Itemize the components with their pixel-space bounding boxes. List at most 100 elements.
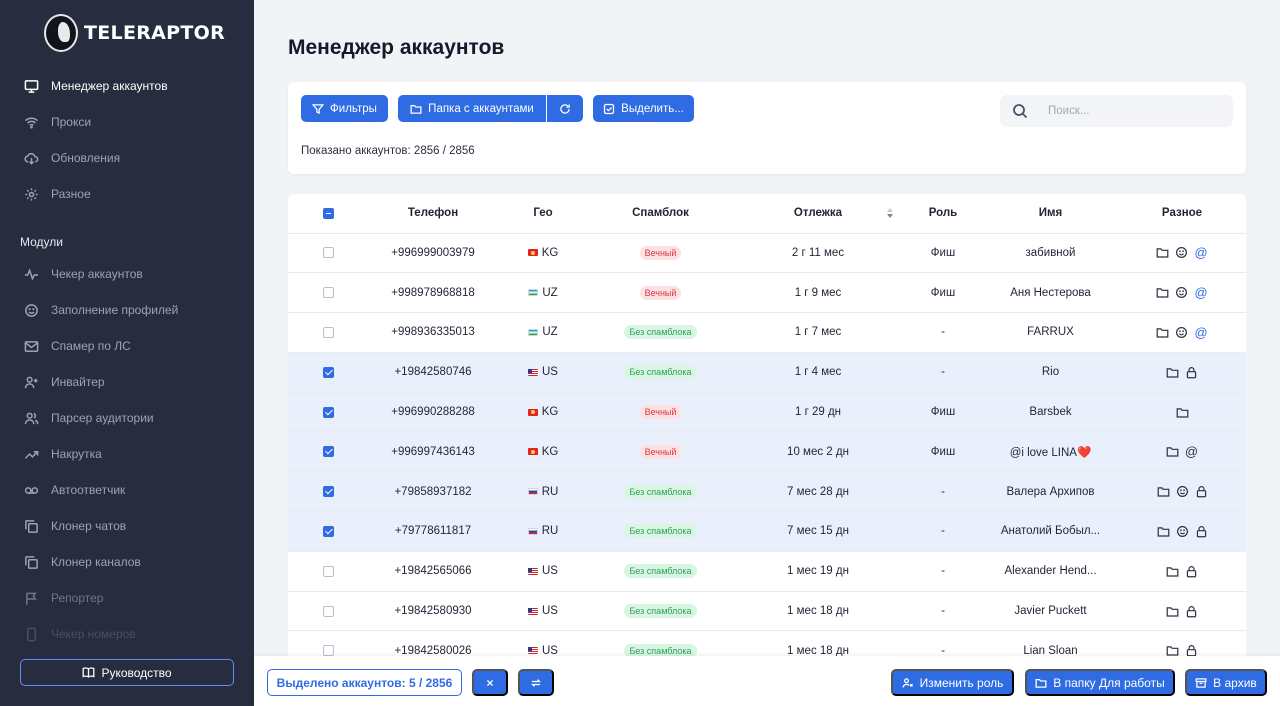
modules-nav: Чекер аккаунтов Заполнение профилей Спам… <box>0 256 254 652</box>
sidebar-item-account-checker[interactable]: Чекер аккаунтов <box>0 256 254 292</box>
folder-icon[interactable] <box>1166 605 1179 618</box>
sidebar-item-account-manager[interactable]: Менеджер аккаунтов <box>0 68 254 104</box>
sidebar-item-number-checker[interactable]: Чекер номеров <box>0 616 254 652</box>
geo-cell: US <box>498 551 588 592</box>
smile-icon[interactable] <box>1176 525 1189 538</box>
table-row[interactable]: +996997436143 KG Вечный 10 мес 2 дн Фиш @i lo… <box>288 431 1246 473</box>
age-cell: 7 мес 28 дн <box>733 471 903 513</box>
username-at-icon[interactable]: @ <box>1185 445 1198 458</box>
sidebar-item-chat-cloner[interactable]: Клонер чатов <box>0 508 254 544</box>
sidebar-item-autoresponder[interactable]: Автоответчик <box>0 472 254 508</box>
folder-icon[interactable] <box>1157 525 1170 538</box>
column-header-name[interactable]: Имя <box>983 194 1118 234</box>
user-plus-icon <box>23 374 39 390</box>
select-all-checkbox[interactable] <box>322 207 334 219</box>
sidebar-item-reporter[interactable]: Репортер <box>0 580 254 616</box>
account-folder-button[interactable]: Папка с аккаунтами <box>398 95 546 122</box>
column-header-role[interactable]: Роль <box>903 194 983 234</box>
sidebar-item-channel-cloner[interactable]: Клонер каналов <box>0 544 254 580</box>
folder-icon[interactable] <box>1156 286 1169 299</box>
move-to-folder-label: В папку Для работы <box>1053 675 1165 690</box>
table-row[interactable]: +79858937182 RU Без спамблока 7 мес 28 дн - В… <box>288 471 1246 513</box>
table-row[interactable]: +998978968818 UZ Вечный 1 г 9 мес Фиш Аня Нес… <box>288 272 1246 314</box>
column-header-geo[interactable]: Гео <box>498 194 588 234</box>
sidebar-item-proxy[interactable]: Прокси <box>0 104 254 140</box>
search-icon <box>1013 104 1028 119</box>
username-at-icon[interactable]: @ <box>1194 246 1207 259</box>
select-button[interactable]: Выделить... <box>593 95 694 122</box>
table-row[interactable]: +79778611817 RU Без спамблока 7 мес 15 дн - А… <box>288 511 1246 552</box>
mail-icon <box>23 338 39 354</box>
logo-text: TELERAPTOR <box>84 22 226 44</box>
row-select-cell <box>288 431 368 473</box>
lock-icon[interactable] <box>1185 565 1198 578</box>
column-header-phone[interactable]: Телефон <box>368 194 498 234</box>
row-checkbox[interactable] <box>322 645 334 657</box>
sidebar-item-audience-parser[interactable]: Парсер аудитории <box>0 400 254 436</box>
user-gear-icon <box>902 677 913 688</box>
folder-icon[interactable] <box>1156 246 1169 259</box>
row-checkbox[interactable] <box>322 605 334 617</box>
row-checkbox[interactable] <box>322 326 334 338</box>
smile-icon[interactable] <box>1175 326 1188 339</box>
username-at-icon[interactable]: @ <box>1194 286 1207 299</box>
misc-icons <box>1176 406 1189 419</box>
lock-icon[interactable] <box>1185 366 1198 379</box>
column-header-spamblock[interactable]: Спамблок <box>588 194 733 234</box>
folder-icon[interactable] <box>1157 485 1170 498</box>
row-select-cell <box>288 272 368 314</box>
lock-icon[interactable] <box>1195 525 1208 538</box>
spamblock-badge: Без спамблока <box>624 604 697 619</box>
smile-icon[interactable] <box>1175 246 1188 259</box>
row-checkbox[interactable] <box>322 366 334 378</box>
folder-icon[interactable] <box>1156 326 1169 339</box>
table-row[interactable]: +19842580930 US Без спамблока 1 мес 18 дн - J… <box>288 591 1246 632</box>
row-checkbox[interactable] <box>322 525 334 537</box>
sidebar-item-label: Инвайтер <box>51 375 105 389</box>
sidebar-item-profile-filler[interactable]: Заполнение профилей <box>0 292 254 328</box>
sidebar-item-inviter[interactable]: Инвайтер <box>0 364 254 400</box>
archive-button[interactable]: В архив <box>1185 669 1267 696</box>
sidebar-item-updates[interactable]: Обновления <box>0 140 254 176</box>
sidebar-item-boost[interactable]: Накрутка <box>0 436 254 472</box>
row-checkbox[interactable] <box>322 565 334 577</box>
move-to-folder-button[interactable]: В папку Для работы <box>1025 669 1175 696</box>
folder-icon[interactable] <box>1176 406 1189 419</box>
table-row[interactable]: +996990288288 KG Вечный 1 г 29 дн Фиш Barsbek <box>288 392 1246 433</box>
table-row[interactable]: +19842565066 US Без спамблока 1 мес 19 дн - A… <box>288 551 1246 592</box>
table-row[interactable]: +19842580746 US Без спамблока 1 г 4 мес - Rio <box>288 352 1246 393</box>
table-row[interactable]: +996999003979 KG Вечный 2 г 11 мес Фиш забивн… <box>288 233 1246 274</box>
table-header-row: Телефон Гео Спамблок Отлежка Роль Имя Ра… <box>288 194 1246 234</box>
misc-cell: @ <box>1118 431 1246 473</box>
username-at-icon[interactable]: @ <box>1194 326 1207 339</box>
row-checkbox[interactable] <box>322 287 334 299</box>
smile-icon[interactable] <box>1175 286 1188 299</box>
change-role-button[interactable]: Изменить роль <box>891 669 1014 696</box>
row-checkbox[interactable] <box>322 486 334 498</box>
app-logo[interactable]: TELERAPTOR <box>44 14 225 52</box>
folder-icon[interactable] <box>1166 445 1179 458</box>
geo-code: RU <box>541 485 559 498</box>
row-checkbox[interactable] <box>322 247 334 259</box>
table-row[interactable]: +998936335013 UZ Без спамблока 1 г 7 мес - FA… <box>288 312 1246 353</box>
refresh-button[interactable] <box>547 95 583 122</box>
guide-button[interactable]: Руководство <box>20 659 234 686</box>
filters-button[interactable]: Фильтры <box>301 95 388 122</box>
folder-icon[interactable] <box>1166 565 1179 578</box>
lock-icon[interactable] <box>1185 605 1198 618</box>
invert-selection-button[interactable] <box>518 669 554 696</box>
spamblock-cell: Вечный <box>588 233 733 274</box>
smile-icon[interactable] <box>1176 485 1189 498</box>
column-header-misc[interactable]: Разное <box>1118 194 1246 234</box>
clear-selection-button[interactable] <box>472 669 508 696</box>
selected-accounts-count[interactable]: Выделено аккаунтов: 5 / 2856 <box>267 669 462 696</box>
column-header-age-wrap[interactable]: Отлежка <box>733 194 903 234</box>
sidebar-item-dm-spammer[interactable]: Спамер по ЛС <box>0 328 254 364</box>
row-checkbox[interactable] <box>322 406 334 418</box>
search-input[interactable] <box>1048 95 1223 127</box>
misc-cell: @ <box>1118 233 1246 274</box>
sidebar-item-misc[interactable]: Разное <box>0 176 254 212</box>
lock-icon[interactable] <box>1195 485 1208 498</box>
folder-icon[interactable] <box>1166 366 1179 379</box>
row-checkbox[interactable] <box>322 446 334 458</box>
